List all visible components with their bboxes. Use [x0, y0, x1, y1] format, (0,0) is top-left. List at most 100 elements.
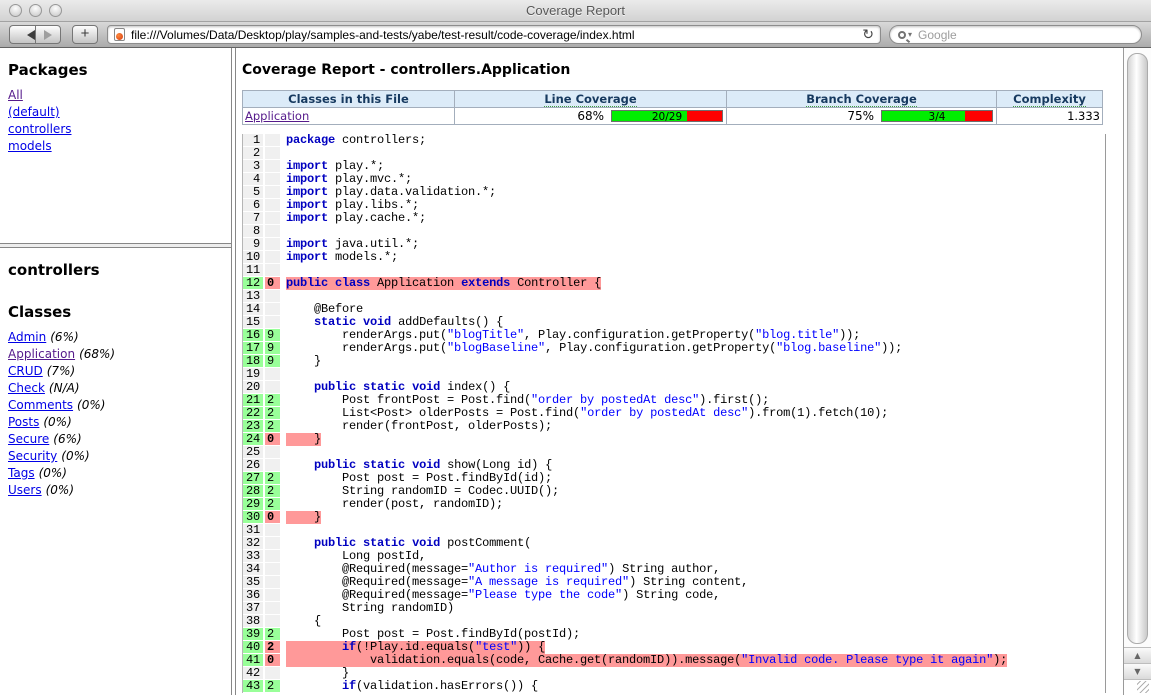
- source-text: String randomID = Codec.UUID();: [282, 485, 1105, 498]
- source-text: render(post, randomID);: [282, 498, 1105, 511]
- source-text: [282, 147, 1105, 160]
- chevron-down-icon: ▾: [908, 30, 912, 39]
- package-list: All (default) controllers models: [8, 89, 231, 153]
- source-line: 282 String randomID = Codec.UUID();: [243, 485, 1105, 498]
- back-button[interactable]: [9, 25, 35, 44]
- source-line: 34 @Required(message="Author is required…: [243, 563, 1105, 576]
- resize-grip-icon[interactable]: [1124, 679, 1151, 695]
- class-row: Check(N/A): [8, 382, 231, 395]
- class-link-application[interactable]: Application: [245, 109, 309, 123]
- class-coverage-percent: (68%): [79, 347, 115, 361]
- source-line: 240 }: [243, 433, 1105, 446]
- uncovered-highlight: if(!Play.id.equals("test")) {: [286, 641, 545, 654]
- hit-count: [265, 147, 280, 160]
- source-text: [282, 446, 1105, 459]
- hit-count: [265, 212, 280, 225]
- branch-coverage-ratio: 3/4: [882, 111, 992, 123]
- hit-count: 9: [265, 355, 280, 368]
- window-titlebar[interactable]: Coverage Report: [0, 0, 1151, 22]
- hit-count: [265, 160, 280, 173]
- package-link-controllers[interactable]: controllers: [8, 122, 72, 136]
- class-coverage-percent: (6%): [53, 432, 81, 446]
- vertical-scrollbar[interactable]: ▲ ▼: [1123, 48, 1151, 695]
- class-link-users[interactable]: Users: [8, 483, 42, 497]
- source-line: 392 Post post = Post.findById(postId);: [243, 628, 1105, 641]
- source-line: 9import java.util.*;: [243, 238, 1105, 251]
- class-link-check[interactable]: Check: [8, 381, 45, 395]
- class-link-posts[interactable]: Posts: [8, 415, 39, 429]
- source-line: 10import models.*;: [243, 251, 1105, 264]
- window-title: Coverage Report: [0, 3, 1151, 18]
- package-row: (default): [8, 106, 231, 119]
- left-sidebar: Packages All(default)controllersmodels c…: [0, 48, 232, 695]
- source-text: Post post = Post.findById(id);: [282, 472, 1105, 485]
- hit-count: 0: [265, 277, 280, 290]
- source-text: public static void index() {: [282, 381, 1105, 394]
- url-field[interactable]: file:///Volumes/Data/Desktop/play/sample…: [107, 25, 881, 44]
- coverage-summary-table: Classes in this File Line Coverage Branc…: [242, 90, 1103, 125]
- search-field[interactable]: ▾ Google: [889, 25, 1142, 44]
- source-text: import play.cache.*;: [282, 212, 1105, 225]
- hit-count: [265, 368, 280, 381]
- classes-title: Classes: [8, 303, 231, 321]
- source-line: 179 renderArgs.put("blogBaseline", Play.…: [243, 342, 1105, 355]
- page-content: Packages All(default)controllersmodels c…: [0, 48, 1151, 695]
- class-coverage-percent: (7%): [47, 364, 75, 378]
- source-text: public class Application extends Control…: [282, 277, 1105, 290]
- source-text: public static void postComment(: [282, 537, 1105, 550]
- hit-count: [265, 225, 280, 238]
- source-text: renderArgs.put("blogBaseline", Play.conf…: [282, 342, 1105, 355]
- page-favicon-icon: [114, 28, 125, 41]
- source-line: 15 static void addDefaults() {: [243, 316, 1105, 329]
- class-link-crud[interactable]: CRUD: [8, 364, 43, 378]
- source-text: import models.*;: [282, 251, 1105, 264]
- class-link-comments[interactable]: Comments: [8, 398, 73, 412]
- browser-toolbar: + file:///Volumes/Data/Desktop/play/samp…: [0, 22, 1151, 48]
- hit-count: [265, 199, 280, 212]
- source-text: Post frontPost = Post.find("order by pos…: [282, 394, 1105, 407]
- class-link-secure[interactable]: Secure: [8, 432, 49, 446]
- class-link-application[interactable]: Application: [8, 347, 75, 361]
- source-text: package controllers;: [282, 134, 1105, 147]
- source-text: String randomID): [282, 602, 1105, 615]
- scrollbar-thumb[interactable]: [1127, 53, 1148, 644]
- source-text: }: [282, 667, 1105, 680]
- source-text: [282, 368, 1105, 381]
- source-text: }: [282, 433, 1105, 446]
- source-text: @Required(message="A message is required…: [282, 576, 1105, 589]
- hit-count: [265, 446, 280, 459]
- class-row: Posts(0%): [8, 416, 231, 429]
- package-link-all[interactable]: All: [8, 88, 23, 102]
- add-bookmark-button[interactable]: +: [72, 25, 98, 44]
- class-link-tags[interactable]: Tags: [8, 466, 35, 480]
- class-link-admin[interactable]: Admin: [8, 330, 46, 344]
- url-text[interactable]: file:///Volumes/Data/Desktop/play/sample…: [131, 28, 856, 42]
- source-text: render(frontPost, olderPosts);: [282, 420, 1105, 433]
- class-row: Security (0%): [8, 450, 231, 463]
- branch-coverage-percent: 75%: [847, 109, 874, 123]
- scroll-up-button[interactable]: ▲: [1124, 647, 1151, 663]
- hit-count: [265, 303, 280, 316]
- source-text: if(validation.hasErrors()) {: [282, 680, 1105, 693]
- source-text: @Before: [282, 303, 1105, 316]
- browser-window: Coverage Report + file:///Volumes/Data/D…: [0, 0, 1151, 695]
- back-icon: [10, 30, 35, 40]
- package-link-default[interactable]: (default): [8, 105, 60, 119]
- nav-buttons: [9, 25, 61, 44]
- forward-button[interactable]: [35, 25, 61, 44]
- class-link-security[interactable]: Security: [8, 449, 57, 463]
- source-line: 2: [243, 147, 1105, 160]
- class-coverage-percent: (0%): [77, 398, 105, 412]
- header-branch-coverage: Branch Coverage: [727, 91, 997, 108]
- source-line: 25: [243, 446, 1105, 459]
- package-link-models[interactable]: models: [8, 139, 52, 153]
- source-line: 19: [243, 368, 1105, 381]
- reload-icon[interactable]: ↻: [862, 26, 874, 43]
- source-text: @Required(message="Author is required") …: [282, 563, 1105, 576]
- class-coverage-percent: (0%): [61, 449, 89, 463]
- source-line: 300 }: [243, 511, 1105, 524]
- scroll-down-button[interactable]: ▼: [1124, 663, 1151, 679]
- source-line: 4import play.mvc.*;: [243, 173, 1105, 186]
- source-code-listing: 1package controllers;23import play.*;4im…: [242, 134, 1106, 693]
- hit-count: [265, 238, 280, 251]
